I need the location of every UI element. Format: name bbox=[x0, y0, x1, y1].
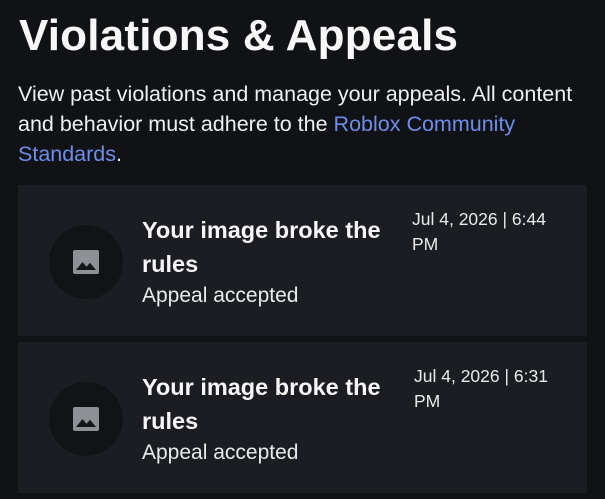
violation-thumbnail bbox=[49, 225, 123, 299]
violations-appeals-page: Violations & Appeals View past violation… bbox=[0, 0, 605, 499]
violation-thumbnail bbox=[49, 382, 123, 456]
image-icon bbox=[73, 250, 99, 274]
violation-item[interactable]: Your image broke the rules Appeal accept… bbox=[18, 185, 587, 336]
page-description: View past violations and manage your app… bbox=[18, 79, 583, 169]
appeal-status: Appeal accepted bbox=[142, 284, 299, 307]
violation-date: Jul 4, 2026 | 6:44 PM bbox=[412, 209, 546, 254]
violation-date: Jul 4, 2026 | 6:31 PM bbox=[414, 366, 548, 411]
violation-title: Your image broke the rules bbox=[142, 217, 381, 277]
image-icon bbox=[73, 407, 99, 431]
violation-title: Your image broke the rules bbox=[142, 374, 381, 434]
violation-item[interactable]: Your image broke the rules Appeal accept… bbox=[18, 342, 587, 493]
description-period: . bbox=[116, 142, 122, 166]
appeal-status: Appeal accepted bbox=[142, 441, 299, 464]
page-title: Violations & Appeals bbox=[19, 11, 459, 60]
